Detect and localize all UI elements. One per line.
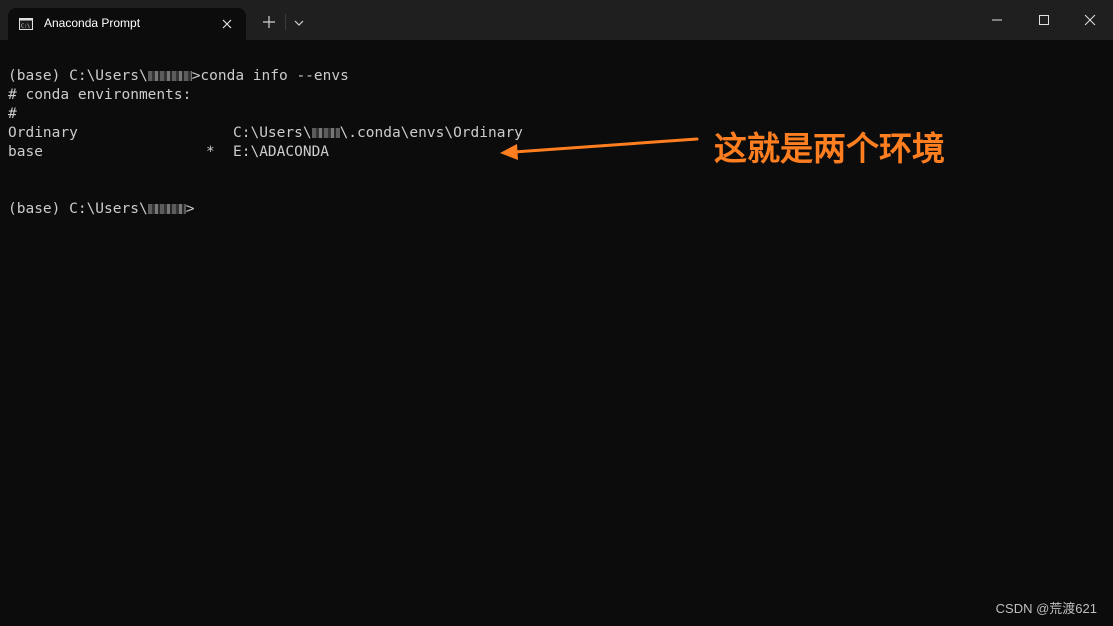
env-path-prefix: C:\Users\ [233, 125, 312, 141]
minimize-icon [992, 19, 1002, 21]
active-env-marker: * [206, 144, 215, 160]
minimize-button[interactable] [974, 0, 1020, 40]
terminal-output[interactable]: (base) C:\Users\ >conda info --envs # con… [0, 40, 1113, 626]
annotation-label: 这就是两个环境 [714, 129, 945, 168]
prompt-symbol: > [185, 201, 195, 217]
output-comment: # [8, 106, 17, 122]
close-icon [1084, 14, 1096, 26]
env-row-base: base [8, 143, 43, 162]
redacted-username [311, 128, 340, 138]
output-header: # conda environments: [8, 87, 192, 103]
watermark: CSDN @荒渡621 [995, 601, 1097, 616]
close-window-button[interactable] [1067, 0, 1113, 40]
command-line: (base) C:\Users\ >conda info --envs [8, 67, 349, 86]
titlebar-divider [285, 14, 286, 30]
terminal-window: C:\ Anaconda Prompt (base) C:\Users\ >co… [0, 0, 1113, 626]
prompt-line: (base) C:\Users\ > [8, 200, 194, 219]
terminal-icon: C:\ [19, 17, 33, 30]
env-path-suffix: \.conda\envs\Ordinary [339, 125, 523, 141]
env-path-ordinary: C:\Users\ \.conda\envs\Ordinary [233, 124, 523, 143]
env-name: Ordinary [8, 125, 78, 141]
env-name: base [8, 144, 43, 160]
env-path-base: E:\ADACONDA [233, 144, 330, 160]
plus-icon[interactable] [259, 12, 279, 32]
prompt-text: (base) C:\Users\ [8, 68, 148, 84]
redacted-username [147, 204, 186, 214]
svg-text:C:\: C:\ [21, 24, 30, 30]
close-icon[interactable] [219, 16, 235, 32]
redacted-username [147, 71, 192, 81]
tab-title: Anaconda Prompt [44, 16, 141, 30]
env-row-ordinary: Ordinary [8, 124, 78, 143]
command-text: >conda info --envs [191, 68, 349, 84]
tab-anaconda-prompt[interactable]: C:\ Anaconda Prompt [8, 8, 246, 40]
title-bar: C:\ Anaconda Prompt [0, 0, 1113, 40]
maximize-icon [1039, 15, 1049, 25]
chevron-down-icon[interactable] [290, 12, 308, 32]
maximize-button[interactable] [1021, 0, 1067, 40]
prompt-text: (base) C:\Users\ [8, 201, 148, 217]
